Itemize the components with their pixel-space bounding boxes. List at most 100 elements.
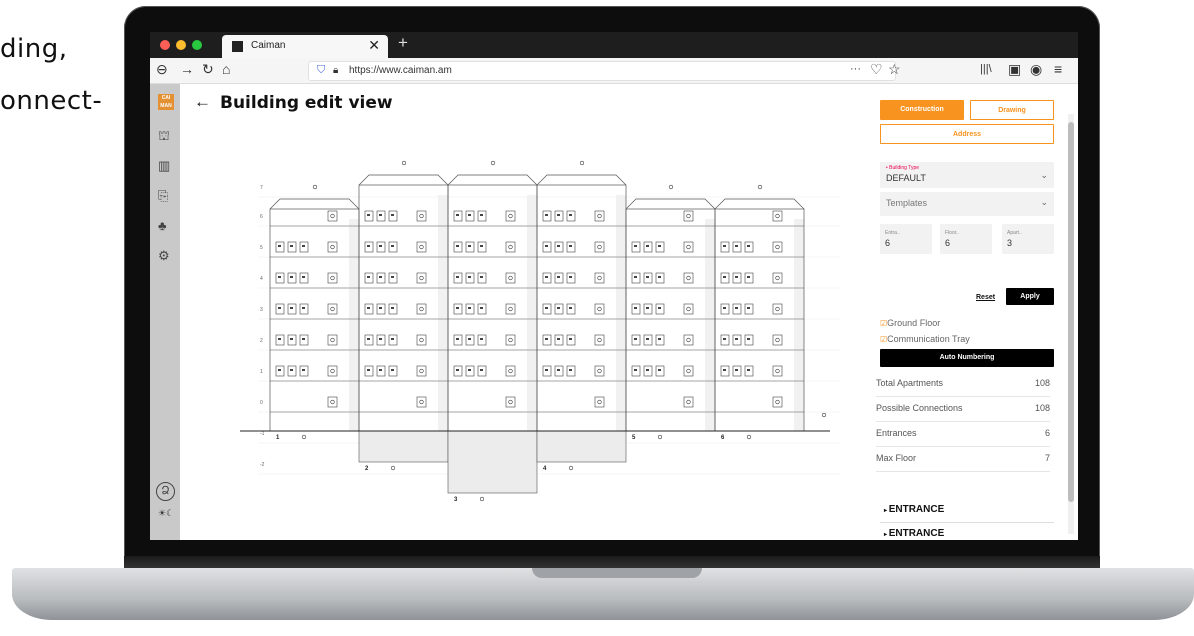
basement <box>447 430 538 494</box>
new-tab-icon[interactable]: + <box>398 33 408 53</box>
search-document-icon[interactable]: ⎘ <box>158 188 168 204</box>
stair-core <box>349 219 359 431</box>
tab-drawing[interactable]: Drawing <box>970 100 1054 120</box>
entrance-accordion-1[interactable]: ▸ ENTRANCE <box>884 504 944 515</box>
library-icon[interactable]: ▥ <box>158 158 170 174</box>
tab-bar: Caiman ✕ + <box>150 32 1078 58</box>
roof-connection-point <box>312 184 318 190</box>
apartment-mark <box>456 214 459 216</box>
apartment-mark <box>646 245 649 247</box>
forward-icon[interactable]: → <box>180 61 194 77</box>
entrances-input[interactable]: Entra.. 6 <box>880 224 932 254</box>
connection-box <box>327 303 338 315</box>
apartment-mark <box>468 214 471 216</box>
apartment-mark <box>278 276 281 278</box>
apartment-mark <box>480 338 483 340</box>
apartment-mark <box>545 307 548 309</box>
scrollbar[interactable] <box>1068 114 1074 534</box>
apartment-mark <box>569 307 572 309</box>
templates-label: Templates <box>886 198 928 208</box>
basement <box>536 430 627 463</box>
ground-floor-label: Ground Floor <box>887 318 941 328</box>
roof <box>625 198 716 210</box>
building-type-select[interactable]: • Building Type DEFAULT ⌄ <box>880 162 1054 188</box>
apartment-mark <box>723 245 726 247</box>
stair-core <box>527 195 537 431</box>
tab-title: Caiman <box>251 40 286 51</box>
apply-button[interactable]: Apply <box>1006 288 1054 305</box>
sidebar-toggle-icon[interactable]: ▣ <box>1008 61 1021 78</box>
communication-tray-checkbox[interactable]: ☑Communication Tray <box>880 334 970 344</box>
apartment-mark <box>569 276 572 278</box>
reload-icon[interactable]: ↻ <box>202 61 214 78</box>
ground-floor-checkbox[interactable]: ☑Ground Floor <box>880 318 940 328</box>
stat-value: 108 <box>1034 403 1050 413</box>
apartment-mark <box>557 338 560 340</box>
back-arrow-icon[interactable]: ← <box>194 92 211 112</box>
apartment-mark <box>658 338 661 340</box>
apartment-mark <box>456 369 459 371</box>
url-text: https://www.caiman.am <box>349 65 452 76</box>
minimize-window-button[interactable] <box>176 40 186 50</box>
templates-select[interactable]: Templates ⌄ <box>880 192 1054 216</box>
back-icon[interactable]: ⊖ <box>156 61 168 78</box>
floors-input[interactable]: Floor.. 6 <box>940 224 992 254</box>
floor-label: 4 <box>260 276 263 282</box>
apartments-input[interactable]: Apart.. 3 <box>1002 224 1054 254</box>
tab-address[interactable]: Address <box>880 124 1054 144</box>
connection-box <box>772 241 783 253</box>
floor-label: 6 <box>260 214 263 220</box>
browser-tab[interactable]: Caiman ✕ <box>222 35 388 58</box>
address-bar[interactable]: ⛉ 🔒︎ https://www.caiman.am <box>308 61 896 81</box>
theme-toggle-icon[interactable]: ☀☾ <box>158 508 174 519</box>
apartment-mark <box>391 338 394 340</box>
apartment-mark <box>723 338 726 340</box>
user-avatar-icon[interactable]: Ձ <box>156 482 175 501</box>
connection-box <box>772 396 783 408</box>
connection-box <box>327 365 338 377</box>
connection-box <box>683 334 694 346</box>
zoom-window-button[interactable] <box>192 40 202 50</box>
apartment-mark <box>302 369 305 371</box>
scrollbar-thumb[interactable] <box>1068 122 1074 502</box>
apartment-mark <box>367 214 370 216</box>
entrance-accordion-2[interactable]: ▸ ENTRANCE <box>884 528 944 539</box>
apartment-mark <box>391 369 394 371</box>
settings-icon[interactable]: ⚙ <box>158 248 170 264</box>
apartment-mark <box>735 276 738 278</box>
menu-icon[interactable]: ≡ <box>1054 61 1062 77</box>
apartment-mark <box>747 369 750 371</box>
connection-box <box>327 210 338 222</box>
stair-core <box>616 195 626 431</box>
bookmark-star-icon[interactable]: ☆ <box>888 61 901 78</box>
apartment-mark <box>634 369 637 371</box>
apartment-mark <box>391 214 394 216</box>
tab-construction[interactable]: Construction <box>880 100 964 120</box>
buildings-icon[interactable]: ⛫ <box>158 128 170 146</box>
hierarchy-icon[interactable]: ♣ <box>158 218 167 233</box>
connection-box <box>683 396 694 408</box>
building-drawing[interactable]: 7 6 5 4 3 2 1 0 -1 -2 1 2 3 4 5 6 <box>240 127 840 507</box>
apartment-mark <box>379 307 382 309</box>
apartment-mark <box>646 276 649 278</box>
apartment-mark <box>747 245 750 247</box>
stat-row: Total Apartments 108 <box>876 372 1050 397</box>
apartment-mark <box>278 369 281 371</box>
floor-label: 3 <box>260 307 263 313</box>
close-tab-icon[interactable]: ✕ <box>368 37 380 54</box>
reset-button[interactable]: Reset <box>976 294 995 301</box>
apartment-mark <box>468 369 471 371</box>
apartment-mark <box>557 276 560 278</box>
library-icon[interactable]: |||\ <box>980 63 992 75</box>
pocket-icon[interactable]: ♡ <box>870 61 883 78</box>
home-icon[interactable]: ⌂ <box>222 61 230 77</box>
entrances-value: 6 <box>885 238 891 248</box>
account-icon[interactable]: ◉ <box>1030 61 1042 78</box>
caiman-logo[interactable]: CAI MAN <box>158 94 174 110</box>
close-window-button[interactable] <box>160 40 170 50</box>
connection-box <box>683 272 694 284</box>
more-icon[interactable]: ··· <box>850 63 861 75</box>
auto-numbering-button[interactable]: Auto Numbering <box>880 349 1054 367</box>
entrance-connection-point <box>301 434 307 440</box>
apartment-mark <box>723 307 726 309</box>
